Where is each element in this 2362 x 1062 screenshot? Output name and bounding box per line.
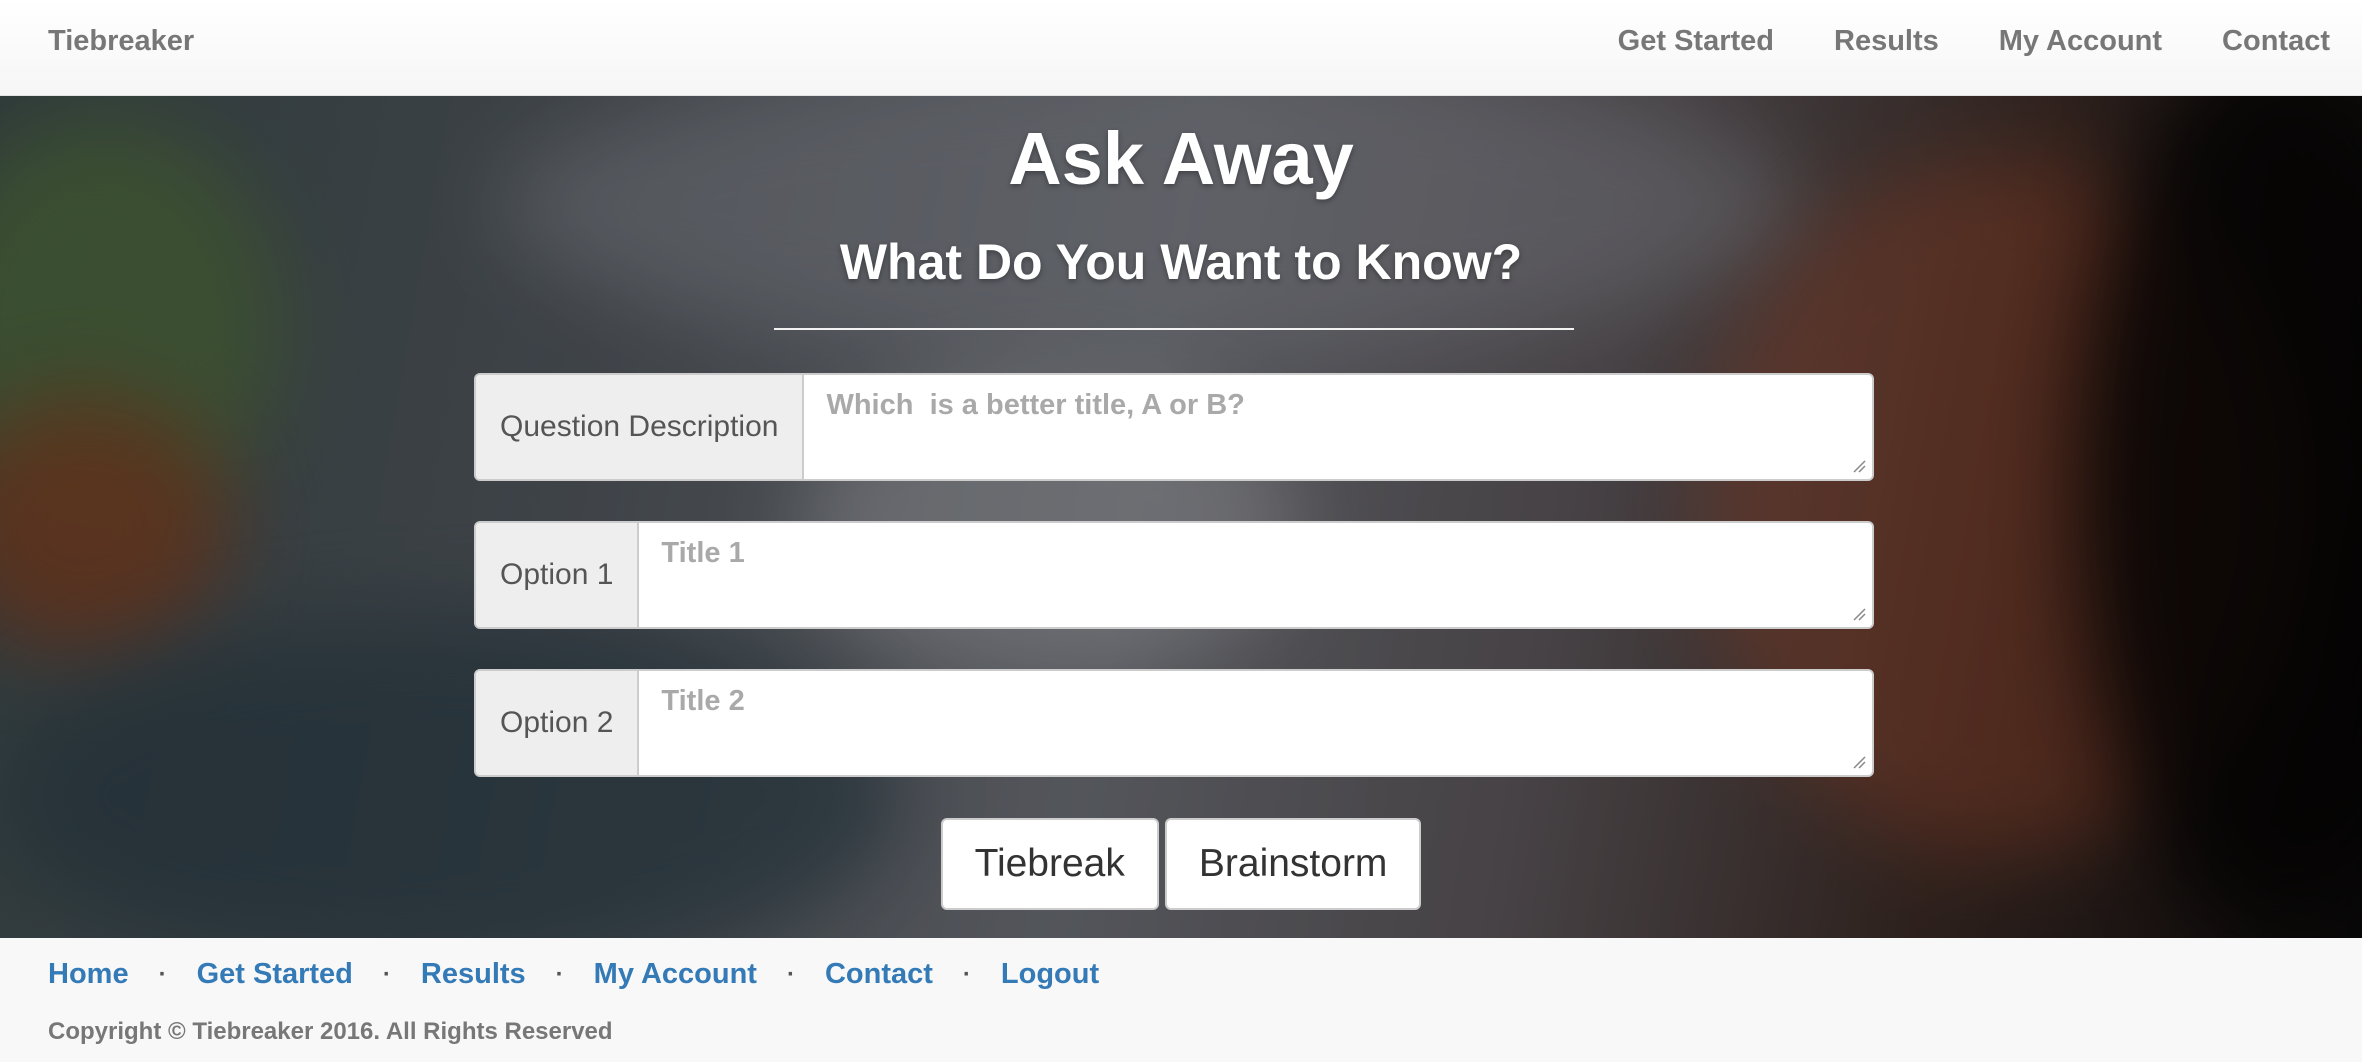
top-navbar: Tiebreaker Get Started Results My Accoun… [0, 0, 2362, 96]
nav-results-link[interactable]: Results [1834, 25, 1939, 58]
nav-menu: Get Started Results My Account Contact [1618, 25, 2330, 58]
hero-section: Ask Away What Do You Want to Know? Quest… [0, 96, 2362, 938]
option2-label: Option 2 [476, 671, 640, 775]
footer-logout-link[interactable]: Logout [1001, 958, 1099, 991]
question-input-group: Question Description [474, 373, 1874, 481]
option1-label: Option 1 [476, 523, 640, 627]
footer-separator: · [786, 960, 795, 988]
footer-my-account-link[interactable]: My Account [594, 958, 757, 991]
action-buttons: Tiebreak Brainstorm [0, 818, 2362, 910]
footer-separator: · [158, 960, 167, 988]
copyright-text: Copyright © Tiebreaker 2016. All Rights … [48, 1018, 613, 1045]
nav-my-account-link[interactable]: My Account [1999, 25, 2162, 58]
background-overlay [0, 96, 2362, 938]
title-divider [774, 328, 1574, 330]
nav-get-started-link[interactable]: Get Started [1618, 25, 1774, 58]
nav-contact-link[interactable]: Contact [2222, 25, 2330, 58]
question-label: Question Description [476, 375, 805, 479]
footer-home-link[interactable]: Home [48, 958, 129, 991]
brand-link[interactable]: Tiebreaker [48, 25, 194, 58]
brainstorm-button[interactable]: Brainstorm [1164, 818, 1422, 910]
option1-field[interactable] [639, 523, 1872, 627]
question-description-field[interactable] [804, 375, 1872, 479]
footer-nav: Home · Get Started · Results · My Accoun… [48, 958, 1099, 991]
footer-separator: · [382, 960, 391, 988]
footer-separator: · [555, 960, 564, 988]
option2-field[interactable] [639, 671, 1872, 775]
page-title: Ask Away [1008, 117, 1354, 200]
page-subtitle: What Do You Want to Know? [839, 234, 1523, 290]
footer-get-started-link[interactable]: Get Started [197, 958, 353, 991]
footer-contact-link[interactable]: Contact [825, 958, 933, 991]
footer-results-link[interactable]: Results [421, 958, 526, 991]
option2-input-group: Option 2 [474, 669, 1874, 777]
page-footer: Home · Get Started · Results · My Accoun… [0, 938, 2362, 1062]
footer-separator: · [962, 960, 971, 988]
tiebreak-button[interactable]: Tiebreak [940, 818, 1159, 910]
option1-input-group: Option 1 [474, 521, 1874, 629]
